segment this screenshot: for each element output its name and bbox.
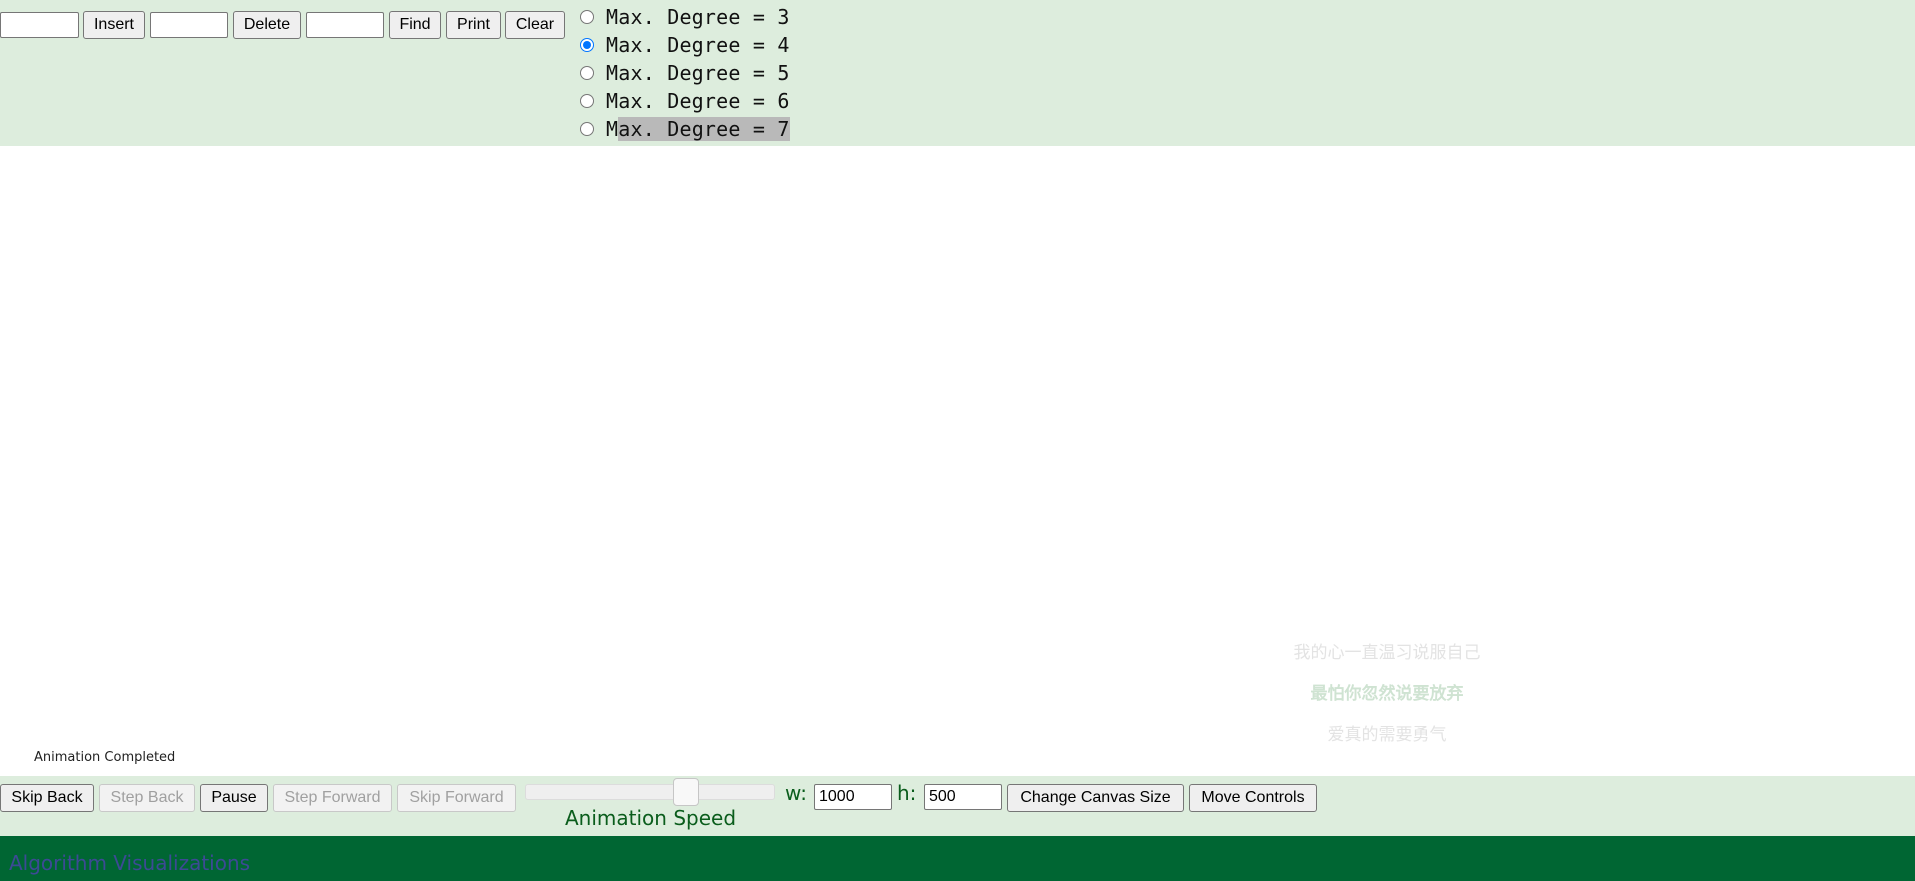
delete-value-input[interactable] xyxy=(150,12,228,38)
max-degree-7-option[interactable]: Max. Degree = 7 xyxy=(580,116,790,142)
pause-button[interactable]: Pause xyxy=(200,784,268,812)
animation-canvas[interactable] xyxy=(0,146,1915,776)
max-degree-3-radio[interactable] xyxy=(580,10,594,24)
step-back-button[interactable]: Step Back xyxy=(99,784,195,812)
footer-bar xyxy=(0,836,1915,881)
insert-button[interactable]: Insert xyxy=(83,11,145,39)
step-forward-button[interactable]: Step Forward xyxy=(273,784,392,812)
watermark-line-2: 最怕你忽然说要放弃 xyxy=(1310,684,1464,704)
watermark-line-3: 爱真的需要勇气 xyxy=(1327,725,1447,745)
max-degree-6-radio[interactable] xyxy=(580,94,594,108)
max-degree-7-label-selected-text: ax. Degree = 7 xyxy=(618,117,790,141)
insert-value-input[interactable] xyxy=(0,12,79,38)
canvas-height-label: h: xyxy=(897,781,917,805)
canvas-width-label: w: xyxy=(785,781,808,805)
watermark-line-1: 我的心一直温习说服自己 xyxy=(1293,643,1481,663)
find-button[interactable]: Find xyxy=(389,11,441,39)
max-degree-7-radio[interactable] xyxy=(580,122,594,136)
max-degree-5-radio[interactable] xyxy=(580,66,594,80)
skip-forward-button[interactable]: Skip Forward xyxy=(397,784,516,812)
canvas-width-input[interactable] xyxy=(814,784,892,810)
canvas-height-input[interactable] xyxy=(924,784,1002,810)
max-degree-3-label: Max. Degree = 3 xyxy=(606,5,790,29)
max-degree-7-label-prefix: M xyxy=(606,117,619,141)
max-degree-6-label: Max. Degree = 6 xyxy=(606,89,790,113)
clear-button[interactable]: Clear xyxy=(505,11,565,39)
change-canvas-size-button[interactable]: Change Canvas Size xyxy=(1007,784,1184,812)
footer-title-link[interactable]: Algorithm Visualizations xyxy=(9,851,250,875)
max-degree-3-option[interactable]: Max. Degree = 3 xyxy=(580,4,790,30)
delete-button[interactable]: Delete xyxy=(233,11,301,39)
max-degree-5-label: Max. Degree = 5 xyxy=(606,61,790,85)
max-degree-5-option[interactable]: Max. Degree = 5 xyxy=(580,60,790,86)
animation-speed-slider-thumb[interactable] xyxy=(673,778,699,806)
skip-back-button[interactable]: Skip Back xyxy=(0,784,94,812)
animation-status-text: Animation Completed xyxy=(34,750,176,765)
print-button[interactable]: Print xyxy=(446,11,501,39)
max-degree-6-option[interactable]: Max. Degree = 6 xyxy=(580,88,790,114)
move-controls-button[interactable]: Move Controls xyxy=(1189,784,1317,812)
animation-speed-label: Animation Speed xyxy=(565,806,737,830)
max-degree-7-label: Max. Degree = 7 xyxy=(606,117,790,141)
animation-speed-slider[interactable] xyxy=(525,784,775,800)
max-degree-4-radio[interactable] xyxy=(580,38,594,52)
max-degree-4-label: Max. Degree = 4 xyxy=(606,33,790,57)
find-value-input[interactable] xyxy=(306,12,384,38)
max-degree-4-option[interactable]: Max. Degree = 4 xyxy=(580,32,790,58)
